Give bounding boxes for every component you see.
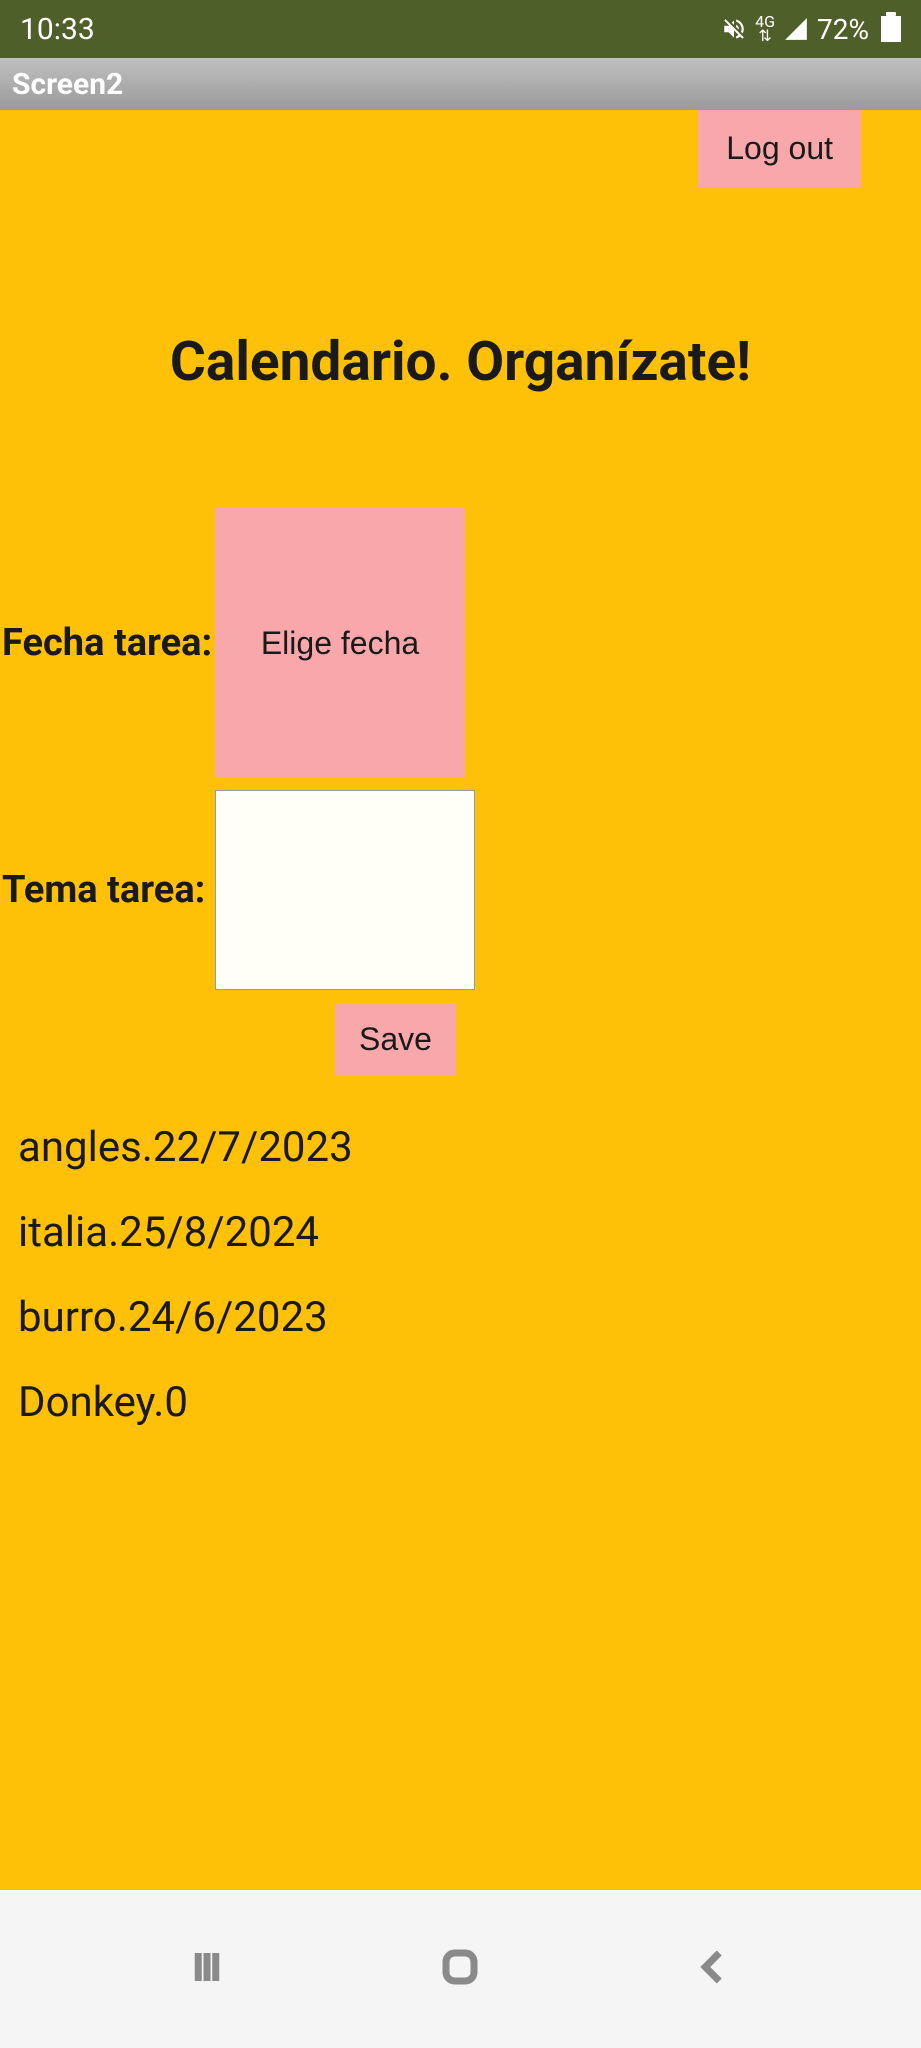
battery-icon [881,16,901,42]
back-button[interactable] [693,1946,735,1992]
signal-icon [783,16,809,42]
row-date: Fecha tarea: Elige fecha [0,508,465,778]
app-bar: Screen2 [0,58,921,110]
topic-input[interactable] [215,790,475,990]
list-item[interactable]: Donkey.0 [18,1360,903,1445]
network-4g-icon: 4G⇅ [755,15,775,44]
recent-apps-button[interactable] [186,1946,228,1992]
nav-bar [0,1890,921,2048]
status-time: 10:33 [20,12,95,47]
label-topic: Tema tarea: [0,868,215,912]
list-item[interactable]: italia.25/8/2024 [18,1190,903,1275]
app-bar-title: Screen2 [12,67,123,102]
home-button[interactable] [439,1946,481,1992]
task-list: angles.22/7/2023 italia.25/8/2024 burro.… [18,1105,903,1445]
page-title: Calendario. Organízate! [0,330,921,394]
main-content: Log out Calendario. Organízate! Fecha ta… [0,110,921,1890]
status-bar: 10:33 4G⇅ 72% [0,0,921,58]
logout-button[interactable]: Log out [698,110,861,187]
mute-icon [721,16,747,42]
save-button[interactable]: Save [335,1003,456,1076]
list-item[interactable]: angles.22/7/2023 [18,1105,903,1190]
status-right: 4G⇅ 72% [721,13,901,46]
choose-date-button[interactable]: Elige fecha [215,508,465,778]
row-topic: Tema tarea: [0,790,475,990]
battery-percentage: 72% [817,13,869,46]
list-item[interactable]: burro.24/6/2023 [18,1275,903,1360]
label-date: Fecha tarea: [0,621,215,665]
